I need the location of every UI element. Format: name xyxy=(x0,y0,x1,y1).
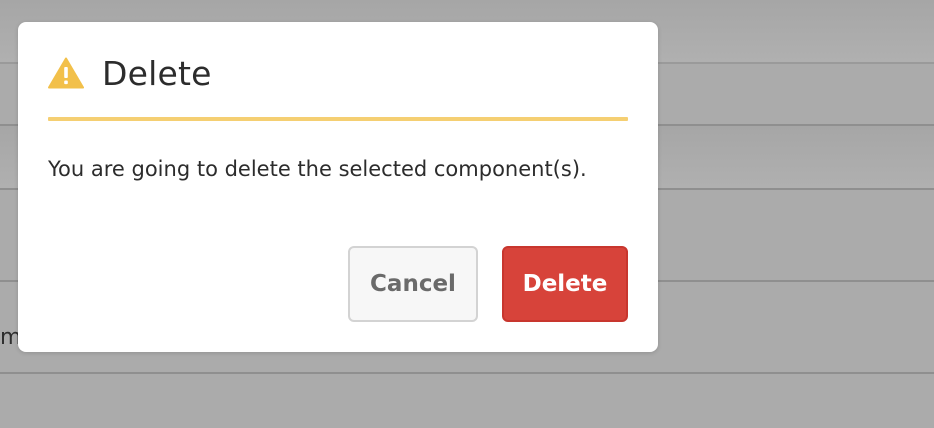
background-text-fragment: m/ xyxy=(0,325,18,350)
delete-button[interactable]: Delete xyxy=(502,246,628,322)
dialog-title: Delete xyxy=(102,53,212,93)
delete-dialog: Delete You are going to delete the selec… xyxy=(18,22,658,352)
dialog-divider xyxy=(48,117,628,121)
dialog-header: Delete xyxy=(48,50,628,96)
background-divider xyxy=(0,372,934,374)
cancel-button[interactable]: Cancel xyxy=(348,246,478,322)
dialog-message: You are going to delete the selected com… xyxy=(48,157,587,181)
warning-triangle-icon xyxy=(48,56,84,90)
